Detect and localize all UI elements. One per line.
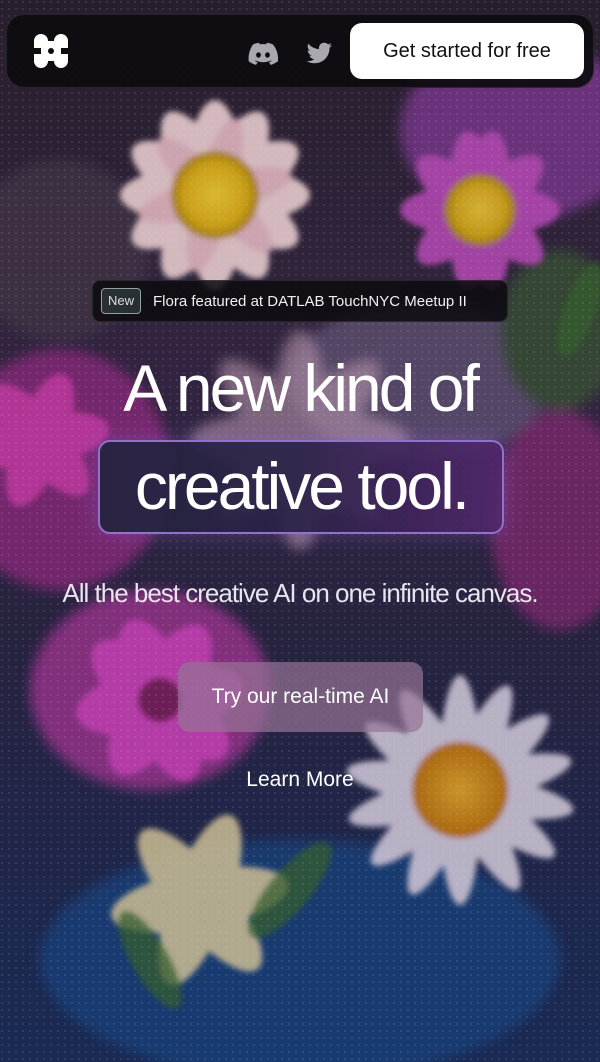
new-tag: New bbox=[101, 288, 142, 314]
announcement-badge[interactable]: New Flora featured at DATLAB TouchNYC Me… bbox=[92, 280, 508, 322]
get-started-button[interactable]: Get started for free bbox=[350, 23, 584, 79]
discord-icon[interactable] bbox=[247, 37, 279, 69]
hero-subtitle: All the best creative AI on one infinite… bbox=[62, 578, 538, 608]
twitter-icon[interactable] bbox=[303, 37, 335, 69]
hero-heading-line1: A new kind of bbox=[123, 351, 480, 425]
flower-logo-icon[interactable] bbox=[31, 31, 71, 71]
top-nav-bar: Get started for free bbox=[6, 14, 594, 88]
announcement-text: Flora featured at DATLAB TouchNYC Meetup… bbox=[153, 292, 467, 310]
hero-heading-highlight: creative tool. bbox=[98, 440, 504, 534]
try-realtime-ai-button[interactable]: Try our real-time AI bbox=[178, 662, 423, 732]
learn-more-link[interactable]: Learn More bbox=[0, 768, 600, 792]
